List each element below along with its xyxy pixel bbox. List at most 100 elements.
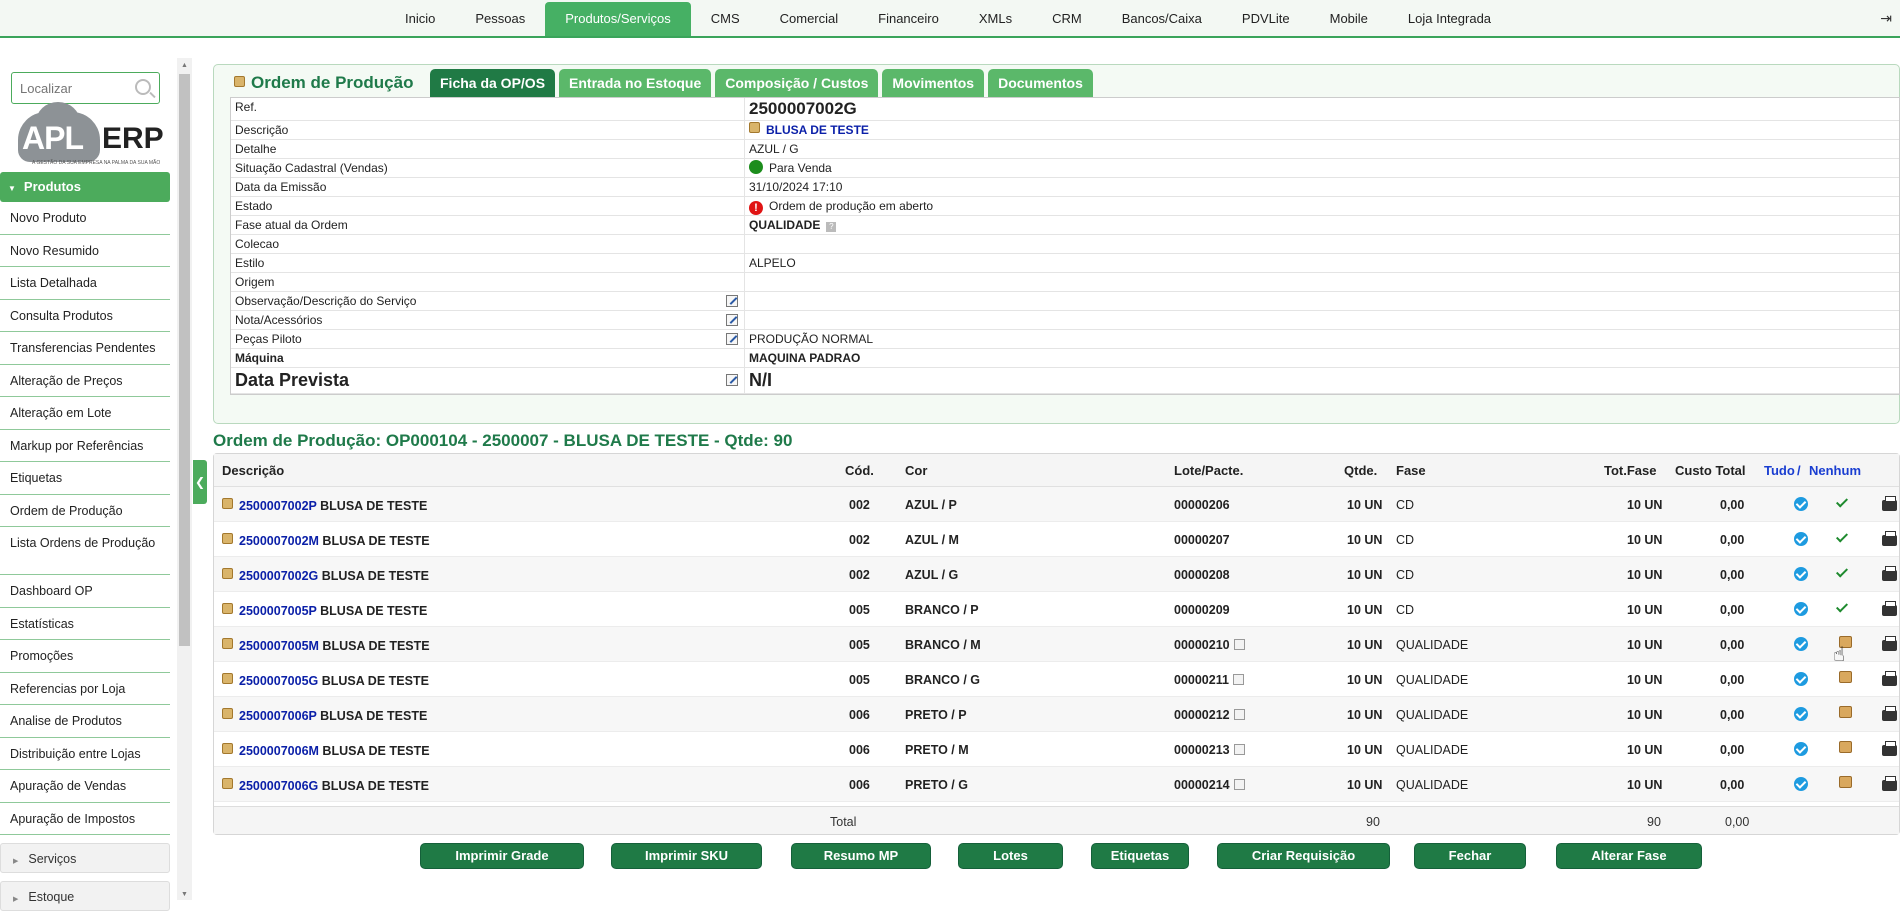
row-select[interactable] bbox=[1794, 602, 1808, 619]
search-icon[interactable] bbox=[135, 79, 151, 95]
row-ref-link[interactable]: 2500007005P bbox=[239, 604, 317, 618]
row-select[interactable] bbox=[1794, 742, 1808, 759]
row-select[interactable] bbox=[1794, 672, 1808, 689]
sidebar-item-alteracao-de-precos[interactable]: Alteração de Preços bbox=[0, 364, 170, 397]
lot-detail-icon[interactable] bbox=[1232, 674, 1244, 685]
package-icon[interactable] bbox=[1839, 741, 1852, 753]
printer-icon[interactable] bbox=[1882, 776, 1897, 791]
row-select[interactable] bbox=[1794, 777, 1808, 794]
header-lote[interactable]: Lote/Pacte. bbox=[1174, 463, 1243, 478]
row-select[interactable] bbox=[1794, 497, 1808, 514]
row-select[interactable] bbox=[1794, 567, 1808, 584]
sidebar-item-apuracao-de-impostos[interactable]: Apuração de Impostos bbox=[0, 802, 170, 835]
row-print[interactable] bbox=[1882, 741, 1897, 759]
header-custo[interactable]: Custo Total bbox=[1675, 463, 1746, 478]
check-circle-icon[interactable] bbox=[1794, 602, 1808, 616]
sidebar-scrollbar[interactable]: ▲ ▼ bbox=[177, 58, 192, 900]
nav-item-xmls[interactable]: XMLs bbox=[959, 2, 1032, 36]
sidebar-item-estatisticas[interactable]: Estatísticas bbox=[0, 607, 170, 640]
nav-item-pessoas[interactable]: Pessoas bbox=[455, 2, 545, 36]
header-cod[interactable]: Cód. bbox=[845, 463, 874, 478]
package-icon[interactable] bbox=[1839, 671, 1852, 683]
etiquetas-button[interactable]: Etiquetas bbox=[1091, 843, 1189, 869]
edit-icon[interactable] bbox=[726, 295, 738, 307]
tab-entrada-no-estoque[interactable]: Entrada no Estoque bbox=[559, 69, 712, 97]
row-select[interactable] bbox=[1794, 707, 1808, 724]
imprimir-sku-button[interactable]: Imprimir SKU bbox=[611, 843, 762, 869]
sidebar-item-distribuicao-entre-lojas[interactable]: Distribuição entre Lojas bbox=[0, 737, 170, 770]
nav-item-bancos-caixa[interactable]: Bancos/Caixa bbox=[1102, 2, 1222, 36]
collapse-sidebar-button[interactable]: ❮ bbox=[193, 460, 207, 504]
check-circle-icon[interactable] bbox=[1794, 742, 1808, 756]
exit-icon[interactable]: ⇥ bbox=[1880, 10, 1892, 27]
check-circle-icon[interactable] bbox=[1794, 707, 1808, 721]
nav-item-cms[interactable]: CMS bbox=[691, 2, 760, 36]
check-circle-icon[interactable] bbox=[1794, 777, 1808, 791]
select-none-link[interactable]: Nenhum bbox=[1809, 463, 1861, 478]
sidebar-item-referencias-por-loja[interactable]: Referencias por Loja bbox=[0, 672, 170, 705]
sidebar-item-dashboard-op[interactable]: Dashboard OP bbox=[0, 575, 170, 608]
edit-icon[interactable] bbox=[726, 314, 738, 326]
descricao-link[interactable]: BLUSA DE TESTE bbox=[766, 123, 869, 137]
header-cor[interactable]: Cor bbox=[905, 463, 927, 478]
nav-item-mobile[interactable]: Mobile bbox=[1310, 2, 1388, 36]
row-print[interactable] bbox=[1882, 601, 1897, 619]
row-status[interactable] bbox=[1839, 776, 1852, 791]
scroll-up-icon[interactable]: ▲ bbox=[181, 62, 188, 69]
sidebar-item-lista-ordens-de-producao[interactable]: Lista Ordens de Produção bbox=[0, 527, 170, 575]
search-input[interactable] bbox=[12, 73, 122, 103]
row-ref-link[interactable]: 2500007002G bbox=[239, 569, 318, 583]
nav-item-financeiro[interactable]: Financeiro bbox=[858, 2, 959, 36]
row-print[interactable] bbox=[1882, 496, 1897, 514]
printer-icon[interactable] bbox=[1882, 531, 1897, 546]
nav-item-pdvlite[interactable]: PDVLite bbox=[1222, 2, 1310, 36]
sidebar-item-novo-resumido[interactable]: Novo Resumido bbox=[0, 234, 170, 267]
row-status[interactable] bbox=[1835, 565, 1849, 580]
row-select[interactable] bbox=[1794, 532, 1808, 549]
sidebar-item-novo-produto[interactable]: Novo Produto bbox=[0, 202, 170, 235]
row-print[interactable] bbox=[1882, 636, 1897, 654]
lot-detail-icon[interactable] bbox=[1233, 779, 1245, 790]
edit-icon[interactable] bbox=[726, 333, 738, 345]
row-print[interactable] bbox=[1882, 531, 1897, 549]
row-print[interactable] bbox=[1882, 671, 1897, 689]
check-circle-icon[interactable] bbox=[1794, 672, 1808, 686]
printer-icon[interactable] bbox=[1882, 601, 1897, 616]
nav-item-crm[interactable]: CRM bbox=[1032, 2, 1102, 36]
tab-composicao-custos[interactable]: Composição / Custos bbox=[715, 69, 879, 97]
package-icon[interactable] bbox=[1839, 706, 1852, 718]
check-circle-icon[interactable] bbox=[1794, 532, 1808, 546]
row-ref-link[interactable]: 2500007002M bbox=[239, 534, 319, 548]
row-status[interactable] bbox=[1839, 671, 1852, 686]
tab-movimentos[interactable]: Movimentos bbox=[882, 69, 985, 97]
help-icon[interactable]: ? bbox=[826, 222, 837, 232]
header-totfase[interactable]: Tot.Fase bbox=[1604, 463, 1657, 478]
row-ref-link[interactable]: 2500007006G bbox=[239, 779, 318, 793]
sidebar-section-produtos[interactable]: ▼ Produtos bbox=[0, 172, 170, 202]
package-icon[interactable] bbox=[1839, 776, 1852, 788]
tab-ficha-da-op-os[interactable]: Ficha da OP/OS bbox=[430, 69, 556, 97]
header-qtde[interactable]: Qtde. bbox=[1344, 463, 1377, 478]
fechar-button[interactable]: Fechar bbox=[1414, 843, 1526, 869]
header-fase[interactable]: Fase bbox=[1396, 463, 1426, 478]
row-ref-link[interactable]: 2500007006M bbox=[239, 744, 319, 758]
row-ref-link[interactable]: 2500007006P bbox=[239, 709, 317, 723]
row-status[interactable] bbox=[1835, 495, 1849, 510]
alterar-fase-button[interactable]: Alterar Fase bbox=[1556, 843, 1702, 869]
imprimir-grade-button[interactable]: Imprimir Grade bbox=[420, 843, 584, 869]
sidebar-item-apuracao-de-vendas[interactable]: Apuração de Vendas bbox=[0, 770, 170, 803]
nav-item-loja-integrada[interactable]: Loja Integrada bbox=[1388, 2, 1511, 36]
row-print[interactable] bbox=[1882, 566, 1897, 584]
tab-documentos[interactable]: Documentos bbox=[988, 69, 1093, 97]
printer-icon[interactable] bbox=[1882, 671, 1897, 686]
sidebar-item-etiquetas[interactable]: Etiquetas bbox=[0, 462, 170, 495]
sidebar-item-ordem-de-producao[interactable]: Ordem de Produção bbox=[0, 494, 170, 527]
resumo-mp-button[interactable]: Resumo MP bbox=[791, 843, 931, 869]
row-print[interactable] bbox=[1882, 706, 1897, 724]
sidebar-item-markup-por-referencias[interactable]: Markup por Referências bbox=[0, 429, 170, 462]
row-status[interactable] bbox=[1835, 530, 1849, 545]
printer-icon[interactable] bbox=[1882, 566, 1897, 581]
row-status[interactable] bbox=[1835, 600, 1849, 615]
row-status[interactable] bbox=[1839, 706, 1852, 721]
header-descricao[interactable]: Descrição bbox=[222, 463, 284, 478]
